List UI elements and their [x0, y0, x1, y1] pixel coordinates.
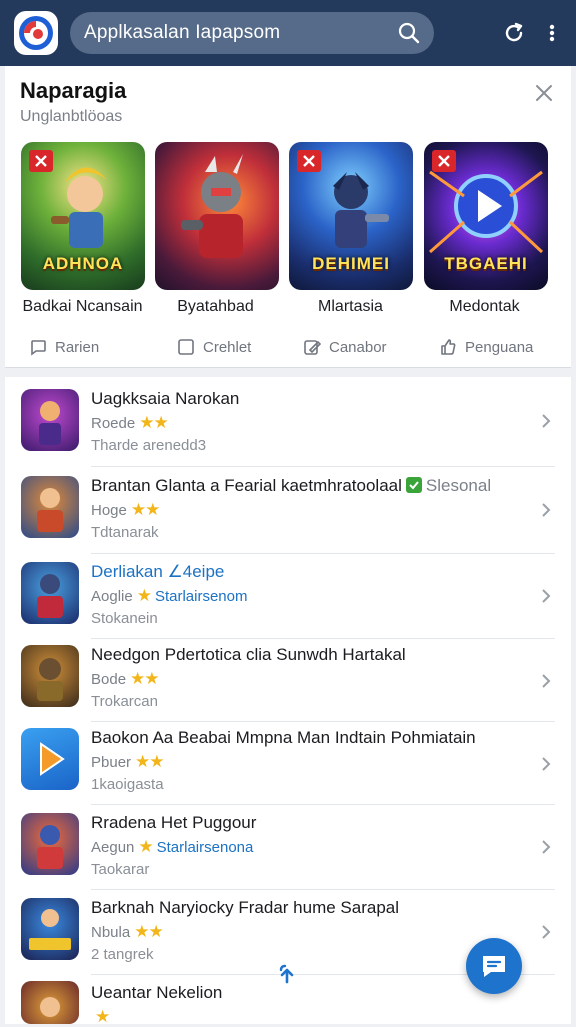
app-sub: Stokanein: [91, 610, 158, 627]
app-list: Uagkksaia Narokan Roede ★★ Tharde arenedd…: [5, 377, 571, 1026]
speech-bubble-icon: [31, 340, 46, 356]
app-icon: [21, 389, 79, 451]
warrior-character-art: [181, 154, 243, 258]
star-rating-icon: ★★: [135, 752, 165, 771]
chevron-right-icon[interactable]: [541, 839, 551, 860]
action-rarien[interactable]: Rarien: [29, 338, 99, 356]
featured-title: Naparagia: [20, 78, 127, 103]
featured-tile-1[interactable]: ADHNOA: [21, 142, 145, 290]
app-badge-text: Slesonal: [425, 476, 492, 495]
list-item[interactable]: Brantan Glanta a Fearial kaetmhratoolaal…: [5, 468, 571, 552]
action-crehlet[interactable]: Crehlet: [177, 338, 251, 356]
close-icon[interactable]: [535, 84, 553, 107]
app-title: Uagkksaia Narokan: [91, 389, 240, 408]
list-item[interactable]: Uagkksaia Narokan Roede ★★ Tharde arenedd…: [5, 377, 571, 461]
chevron-right-icon[interactable]: [541, 756, 551, 777]
list-item[interactable]: Needgon Pdertotica clia Sunwdh Hartakal …: [5, 639, 571, 723]
remove-badge-icon[interactable]: [29, 150, 53, 172]
app-sub: Tharde arenedd3: [91, 437, 207, 454]
tile-label[interactable]: Medontak: [417, 298, 552, 316]
chevron-right-icon[interactable]: [541, 588, 551, 609]
list-item[interactable]: Derliakan ∠4eipe Aoglie ★ Starlairsenom St…: [5, 554, 571, 638]
tile-art-text: TBGAEHI: [444, 254, 528, 273]
app-sub: Taokarar: [91, 861, 150, 878]
list-item[interactable]: Rradena Het Puggour Aegun ★ Starlairsenona…: [5, 805, 571, 889]
action-label: Penguana: [465, 338, 534, 356]
app-icon: [21, 645, 79, 707]
action-label: Crehlet: [203, 338, 252, 356]
featured-tiles: ADHNOA DEHIMEI TBGAEHI: [21, 142, 557, 292]
app-title: Barknah Naryiocky Fradar hume Sarapal: [91, 898, 400, 917]
app-icon: [21, 562, 79, 624]
star-rating-icon: ★★: [130, 500, 161, 519]
app-meta: Aoglie: [91, 587, 133, 605]
reload-icon[interactable]: [275, 962, 299, 991]
app-icon: [21, 728, 79, 790]
app-icon: [21, 981, 79, 1024]
featured-actions: Rarien Crehlet Canabor Penguana: [5, 338, 571, 360]
app-icon: [21, 476, 79, 538]
action-label: Rarien: [55, 338, 100, 356]
app-meta: Aegun: [91, 838, 135, 856]
featured-tile-3[interactable]: DEHIMEI: [289, 142, 413, 290]
app-title: Baokon Aa Beabai Mmpna Man Indtain Pohmi…: [91, 728, 476, 747]
app-title: Rradena Het Puggour: [91, 813, 257, 832]
tile-label[interactable]: Badkai Ncansain: [15, 298, 150, 316]
app-icon: [21, 813, 79, 875]
chevron-right-icon[interactable]: [541, 413, 551, 434]
chevron-right-icon[interactable]: [541, 673, 551, 694]
chat-fab-button[interactable]: [466, 938, 522, 994]
app-meta: Pbuer: [91, 753, 132, 771]
edit-icon: [304, 340, 321, 355]
app-icon: [21, 898, 79, 960]
tile-label[interactable]: Byatahbad: [148, 298, 283, 316]
remove-badge-icon[interactable]: [432, 150, 456, 172]
star-rating-icon: ★: [95, 1007, 110, 1026]
top-bar: Applkasalan Iapapsom: [0, 0, 576, 66]
list-item[interactable]: Baokon Aa Beabai Mmpna Man Indtain Pohmi…: [5, 722, 571, 806]
refresh-icon[interactable]: [502, 21, 526, 45]
tile-label[interactable]: Mlartasia: [283, 298, 418, 316]
chat-icon: [483, 956, 505, 977]
app-sub: Trokarcan: [91, 693, 158, 710]
star-rating-icon: ★★: [139, 413, 169, 432]
app-meta: Roede: [91, 414, 136, 432]
divider: [91, 466, 555, 467]
app-meta: Nbula: [91, 923, 131, 941]
featured-tile-2[interactable]: [155, 142, 279, 290]
action-penguana[interactable]: Penguana: [439, 338, 533, 356]
tile-art-text: DEHIMEI: [312, 254, 390, 273]
verified-check-icon: [405, 477, 422, 493]
app-title: Brantan Glanta a Fearial kaetmhratoolaal: [91, 476, 402, 495]
app-meta: Hoge: [91, 501, 127, 519]
app-sub: 1kaoigasta: [91, 776, 164, 793]
more-vertical-icon[interactable]: [548, 23, 556, 43]
app-meta: Bode: [91, 670, 127, 688]
app-title: Needgon Pdertotica clia Sunwdh Hartakal: [91, 645, 406, 664]
star-rating-icon: ★★: [130, 669, 160, 688]
app-extra: Starlairsenom: [154, 587, 248, 605]
action-label: Canabor: [329, 338, 387, 356]
search-bar[interactable]: Applkasalan Iapapsom: [70, 12, 434, 54]
app-extra: Starlairsenona: [156, 838, 254, 856]
featured-tile-4[interactable]: TBGAEHI: [424, 142, 548, 290]
chevron-right-icon[interactable]: [541, 502, 551, 523]
square-icon: [178, 339, 194, 355]
action-canabor[interactable]: Canabor: [303, 338, 387, 356]
star-rating-icon: ★: [136, 586, 152, 605]
chevron-right-icon[interactable]: [541, 924, 551, 945]
thumb-icon: [441, 339, 456, 355]
remove-badge-icon[interactable]: [297, 150, 321, 172]
star-rating-icon: ★★: [134, 922, 164, 941]
search-icon[interactable]: [398, 22, 420, 44]
app-title[interactable]: Derliakan ∠4eipe: [91, 562, 541, 582]
star-rating-icon: ★: [138, 837, 153, 856]
app-logo[interactable]: [14, 11, 58, 55]
search-input[interactable]: Applkasalan Iapapsom: [84, 22, 398, 44]
app-sub: Tdtanarak: [91, 524, 159, 541]
tile-art-text: ADHNOA: [42, 254, 124, 273]
featured-subtitle: Unglanbtlöoas: [20, 108, 123, 125]
featured-card: Naparagia Unglanbtlöoas ADHNOA DEHIMEI T…: [5, 66, 571, 368]
